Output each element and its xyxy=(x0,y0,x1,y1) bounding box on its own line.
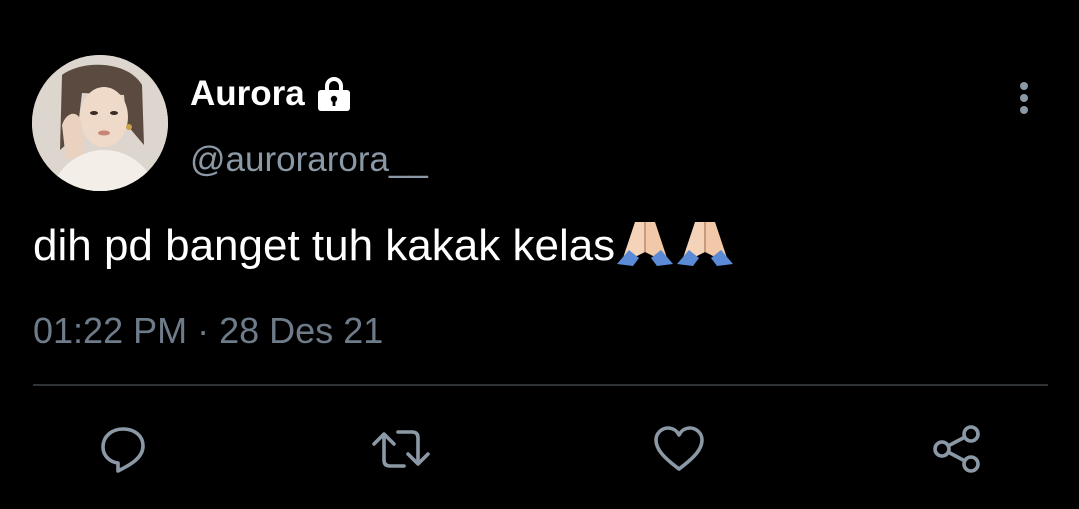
share-icon xyxy=(931,423,983,475)
folded-hands-emoji xyxy=(615,218,737,280)
tweet-body: dih pd banget tuh kakak kelas xyxy=(33,221,616,270)
reply-icon xyxy=(98,424,148,474)
like-button[interactable] xyxy=(651,421,707,477)
meta-separator: · xyxy=(197,310,210,351)
lock-icon xyxy=(315,76,353,112)
more-vertical-icon[interactable] xyxy=(1008,78,1040,118)
tweet-date: 28 Des 21 xyxy=(219,310,384,351)
divider xyxy=(33,384,1048,386)
reply-button[interactable] xyxy=(95,421,151,477)
retweet-button[interactable] xyxy=(372,421,430,477)
tweet-time: 01:22 PM xyxy=(33,310,188,351)
tweet-text: dih pd banget tuh kakak kelas xyxy=(33,218,737,280)
retweet-icon xyxy=(372,424,430,474)
share-button[interactable] xyxy=(929,421,985,477)
display-name[interactable]: Aurora xyxy=(190,72,305,116)
tweet-timestamp[interactable]: 01:22 PM · 28 Des 21 xyxy=(33,308,383,354)
tweet-detail: Aurora @aurorarora__ dih pd banget tuh k… xyxy=(0,0,1079,509)
author-name-row: Aurora xyxy=(190,72,353,116)
avatar[interactable] xyxy=(32,55,168,191)
user-handle[interactable]: @aurorarora__ xyxy=(190,138,428,182)
heart-icon xyxy=(653,425,705,473)
